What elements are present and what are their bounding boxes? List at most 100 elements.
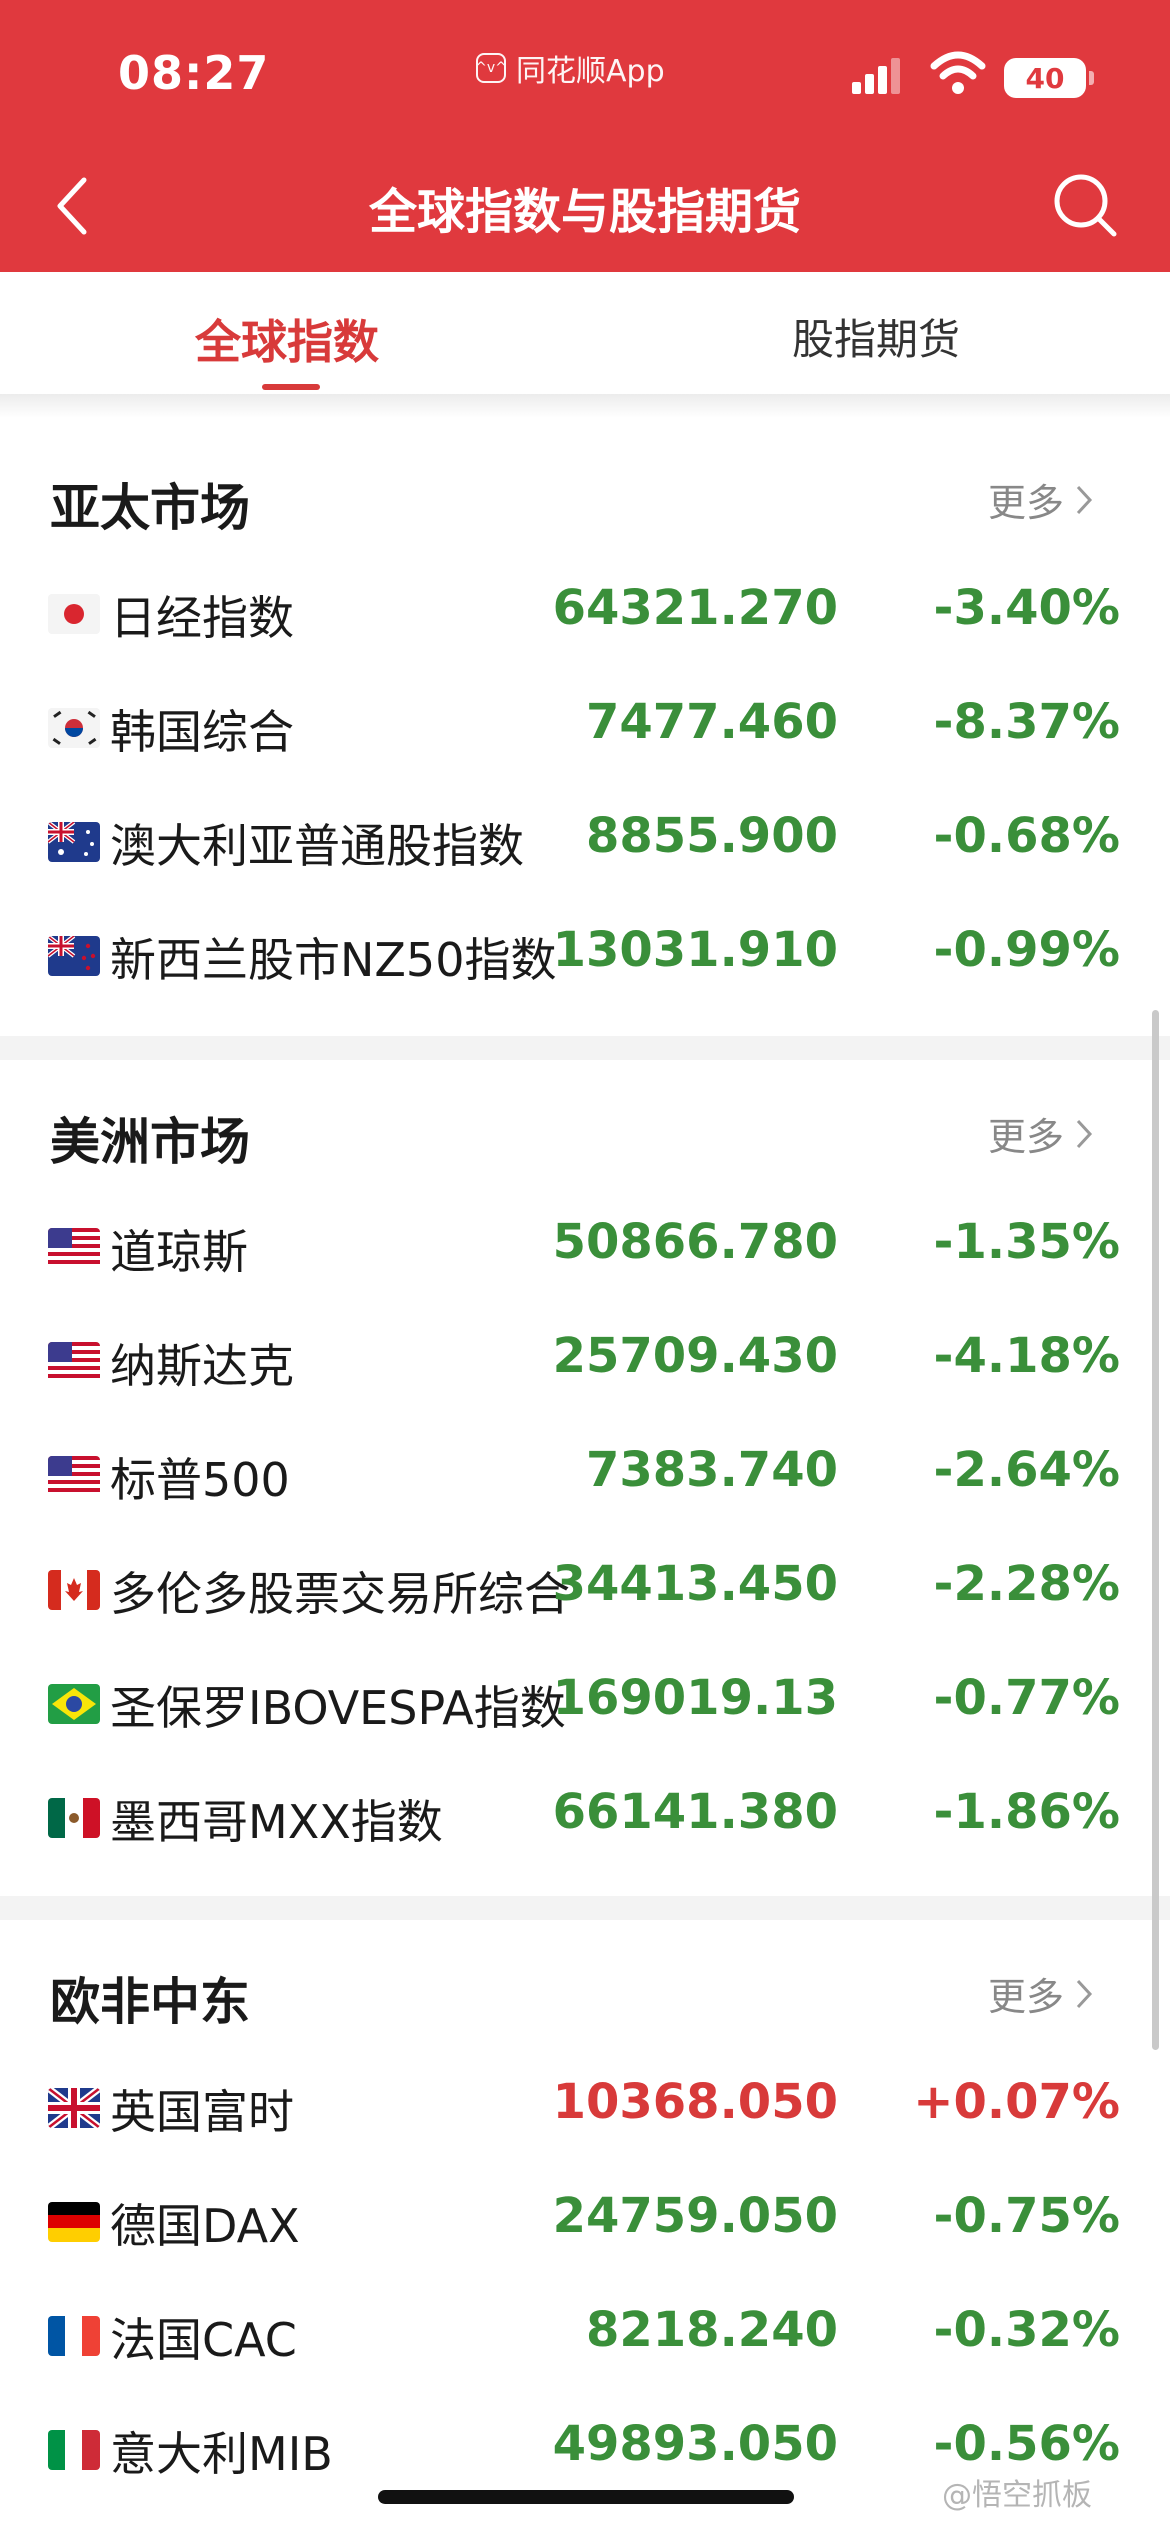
canada-flag-icon	[48, 1570, 100, 1610]
more-link-emea[interactable]: 更多	[988, 1966, 1094, 2021]
section-divider	[0, 1896, 1170, 1920]
usa-flag-icon	[48, 1342, 100, 1382]
index-name: 墨西哥MXX指数	[110, 1795, 443, 1849]
france-flag-icon	[48, 2316, 100, 2356]
tab-bar: 全球指数 股指期货	[0, 272, 1170, 394]
index-change: -0.56%	[933, 2416, 1120, 2472]
status-time: 08:27	[118, 46, 270, 100]
index-value: 24759.050	[552, 2188, 838, 2244]
index-name: 德国DAX	[110, 2199, 300, 2253]
status-app-label: ^v^ 同花顺App	[475, 46, 665, 90]
index-name: 澳大利亚普通股指数	[110, 819, 524, 873]
index-name: 法国CAC	[110, 2313, 297, 2367]
index-change: -1.86%	[933, 1784, 1120, 1840]
index-name: 英国富时	[110, 2085, 294, 2139]
more-label: 更多	[988, 481, 1065, 525]
index-value: 64321.270	[552, 580, 838, 636]
index-name: 意大利MIB	[110, 2427, 333, 2481]
header-bar: 08:27 ^v^ 同花顺App 40 全球指数与股指期货	[0, 0, 1170, 272]
index-change: -8.37%	[933, 694, 1120, 750]
index-value: 8855.900	[585, 808, 838, 864]
index-value: 10368.050	[552, 2074, 838, 2130]
list-item[interactable]: 多伦多股票交易所综合 34413.450 -2.28%	[0, 1530, 1170, 1644]
list-item[interactable]: 英国富时 10368.050 +0.07%	[0, 2048, 1170, 2162]
mexico-flag-icon	[48, 1798, 100, 1838]
scrollbar[interactable]	[1152, 1010, 1159, 2050]
germany-flag-icon	[48, 2202, 100, 2242]
more-link-americas[interactable]: 更多	[988, 1106, 1094, 1161]
index-change: -0.75%	[933, 2188, 1120, 2244]
korea-flag-icon	[48, 708, 100, 748]
more-link-asia-pacific[interactable]: 更多	[988, 472, 1094, 527]
index-change: +0.07%	[913, 2074, 1120, 2130]
section-title-americas: 美洲市场	[50, 1113, 250, 1171]
list-item[interactable]: 法国CAC 8218.240 -0.32%	[0, 2276, 1170, 2390]
list-item[interactable]: 标普500 7383.740 -2.64%	[0, 1416, 1170, 1530]
index-value: 66141.380	[552, 1784, 838, 1840]
index-change: -3.40%	[933, 580, 1120, 636]
index-change: -2.28%	[933, 1556, 1120, 1612]
usa-flag-icon	[48, 1456, 100, 1496]
index-value: 13031.910	[552, 922, 838, 978]
index-name: 道琼斯	[110, 1225, 248, 1279]
watermark-text: @悟空抓板	[942, 2478, 1092, 2513]
australia-flag-icon	[48, 822, 100, 862]
italy-flag-icon	[48, 2430, 100, 2470]
index-value: 49893.050	[552, 2416, 838, 2472]
chevron-right-icon	[1076, 1979, 1093, 2008]
japan-flag-icon	[48, 594, 100, 634]
brazil-flag-icon	[48, 1684, 100, 1724]
index-name: 纳斯达克	[110, 1339, 294, 1393]
list-item[interactable]: 道琼斯 50866.780 -1.35%	[0, 1188, 1170, 1302]
signal-icon	[852, 58, 902, 94]
new-zealand-flag-icon	[48, 936, 100, 976]
section-divider	[0, 1036, 1170, 1060]
index-change: -0.77%	[933, 1670, 1120, 1726]
list-item[interactable]: 新西兰股市NZ50指数 13031.910 -0.99%	[0, 896, 1170, 1010]
index-change: -1.35%	[933, 1214, 1120, 1270]
section-title-emea: 欧非中东	[50, 1973, 250, 2031]
app-logo-icon: ^v^	[475, 53, 507, 83]
list-item[interactable]: 圣保罗IBOVESPA指数 169019.13 -0.77%	[0, 1644, 1170, 1758]
index-name: 韩国综合	[110, 705, 294, 759]
index-name: 多伦多股票交易所综合	[110, 1567, 570, 1621]
home-indicator[interactable]	[378, 2490, 794, 2504]
index-change: -0.32%	[933, 2302, 1120, 2358]
uk-flag-icon	[48, 2088, 100, 2128]
list-item[interactable]: 德国DAX 24759.050 -0.75%	[0, 2162, 1170, 2276]
section-title-asia-pacific: 亚太市场	[50, 479, 250, 537]
index-change: -0.99%	[933, 922, 1120, 978]
battery-icon: 40	[1004, 58, 1094, 98]
page-title: 全球指数与股指期货	[368, 184, 801, 240]
tab-global-indices[interactable]: 全球指数	[195, 306, 379, 372]
index-name: 标普500	[110, 1453, 290, 1507]
list-item[interactable]: 日经指数 64321.270 -3.40%	[0, 554, 1170, 668]
index-value: 8218.240	[585, 2302, 838, 2358]
wifi-icon	[930, 51, 986, 94]
search-icon[interactable]	[1052, 172, 1118, 238]
index-value: 7477.460	[585, 694, 838, 750]
index-change: -4.18%	[933, 1328, 1120, 1384]
list-item[interactable]: 纳斯达克 25709.430 -4.18%	[0, 1302, 1170, 1416]
tab-index-futures[interactable]: 股指期货	[792, 306, 960, 367]
index-value: 7383.740	[585, 1442, 838, 1498]
chevron-right-icon	[1076, 485, 1093, 514]
more-label: 更多	[988, 1975, 1065, 2019]
usa-flag-icon	[48, 1228, 100, 1268]
index-value: 34413.450	[552, 1556, 838, 1612]
list-item[interactable]: 澳大利亚普通股指数 8855.900 -0.68%	[0, 782, 1170, 896]
chevron-right-icon	[1076, 1119, 1093, 1148]
index-value: 169019.13	[552, 1670, 838, 1726]
tab-divider	[0, 394, 1170, 418]
index-value: 50866.780	[552, 1214, 838, 1270]
index-name: 圣保罗IBOVESPA指数	[110, 1681, 566, 1735]
index-name: 日经指数	[110, 591, 294, 645]
index-change: -2.64%	[933, 1442, 1120, 1498]
list-item[interactable]: 墨西哥MXX指数 66141.380 -1.86%	[0, 1758, 1170, 1872]
active-tab-indicator	[262, 384, 320, 390]
more-label: 更多	[988, 1115, 1065, 1159]
index-change: -0.68%	[933, 808, 1120, 864]
index-value: 25709.430	[552, 1328, 838, 1384]
index-name: 新西兰股市NZ50指数	[110, 933, 557, 987]
list-item[interactable]: 韩国综合 7477.460 -8.37%	[0, 668, 1170, 782]
